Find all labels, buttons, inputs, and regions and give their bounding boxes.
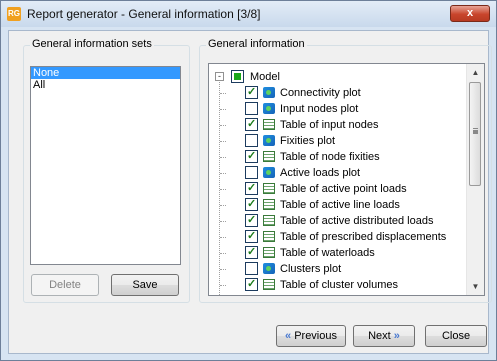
item-checkbox[interactable] bbox=[245, 117, 258, 131]
delete-button[interactable]: Delete bbox=[31, 274, 99, 296]
tree-item-table-of-input-nodes[interactable]: Table of input nodes bbox=[209, 117, 449, 134]
tree-item-input-nodes-plot[interactable]: Input nodes plot bbox=[209, 102, 449, 118]
list-item-label: All bbox=[33, 79, 46, 91]
tree-item-table-of-node-fixities[interactable]: Table of node fixities bbox=[209, 149, 449, 166]
item-checkbox[interactable] bbox=[245, 245, 258, 259]
tree-item-label: Clusters plot bbox=[280, 263, 342, 275]
report-generator-window: RG Report generator - General informatio… bbox=[0, 0, 497, 361]
plot-icon bbox=[263, 103, 275, 114]
table-icon bbox=[263, 119, 275, 130]
tree-item-fixities-plot[interactable]: Fixities plot bbox=[209, 134, 449, 150]
tree-item-label: Table of waterloads bbox=[280, 247, 375, 259]
tree-root-label: Model bbox=[250, 71, 280, 83]
tree-branch-line bbox=[220, 285, 226, 286]
item-checkbox[interactable] bbox=[245, 277, 258, 291]
previous-label: Previous bbox=[294, 330, 337, 342]
tree-branch-line bbox=[220, 125, 226, 126]
general-information-tree[interactable]: - Model Connectivity plot Input nodes pl… bbox=[208, 63, 485, 296]
scroll-up-icon[interactable]: ▲ bbox=[467, 64, 484, 81]
tree-item-label: Table of input nodes bbox=[280, 119, 379, 131]
table-icon bbox=[263, 183, 275, 194]
collapse-icon[interactable]: - bbox=[215, 72, 224, 81]
grip-icon bbox=[473, 128, 478, 130]
plot-icon bbox=[263, 135, 275, 146]
tree-item-active-loads-plot[interactable]: Active loads plot bbox=[209, 166, 449, 182]
tree-branch-line bbox=[220, 221, 226, 222]
next-button[interactable]: Next » bbox=[353, 325, 415, 347]
next-arrow-icon: » bbox=[393, 330, 400, 342]
tree-item-label: Connectivity plot bbox=[280, 87, 361, 99]
tree-branch-line bbox=[220, 93, 226, 94]
tree-branch-line bbox=[220, 141, 226, 142]
title-bar[interactable]: RG Report generator - General informatio… bbox=[1, 1, 496, 27]
plot-icon bbox=[263, 167, 275, 178]
tree-item-label: Table of cluster volumes bbox=[280, 279, 398, 291]
tree-item-label: Table of active point loads bbox=[280, 183, 407, 195]
item-checkbox[interactable] bbox=[245, 262, 258, 275]
tree-item-connectivity-plot[interactable]: Connectivity plot bbox=[209, 85, 449, 102]
tree-item-clusters-plot[interactable]: Clusters plot bbox=[209, 262, 449, 278]
list-item-label: None bbox=[33, 67, 60, 79]
previous-arrow-icon: « bbox=[285, 330, 292, 342]
item-checkbox[interactable] bbox=[245, 213, 258, 227]
tree-item-label: Table of node fixities bbox=[280, 151, 380, 163]
close-icon: x bbox=[466, 7, 474, 19]
plot-icon bbox=[263, 87, 275, 98]
item-checkbox[interactable] bbox=[245, 181, 258, 195]
next-label: Next bbox=[368, 330, 391, 342]
group-label-information: General information bbox=[206, 38, 307, 50]
tree-item-table-of-cluster-volumes[interactable]: Table of cluster volumes bbox=[209, 277, 449, 294]
tree-branch-line bbox=[220, 269, 226, 270]
previous-button[interactable]: « Previous bbox=[276, 325, 346, 347]
tree-item-table-of-waterloads[interactable]: Table of waterloads bbox=[209, 245, 449, 262]
table-icon bbox=[263, 199, 275, 210]
tree-item-label: Table of active line loads bbox=[280, 199, 400, 211]
tree-branch-line bbox=[220, 109, 226, 110]
table-icon bbox=[263, 279, 275, 290]
item-checkbox[interactable] bbox=[245, 229, 258, 243]
tree-branch-line bbox=[220, 237, 226, 238]
tree-item-label: Table of prescribed displacements bbox=[280, 231, 447, 243]
tree-item-table-of-active-distributed-loads[interactable]: Table of active distributed loads bbox=[209, 213, 449, 230]
tree-branch-line bbox=[220, 173, 226, 174]
item-checkbox[interactable] bbox=[245, 149, 258, 163]
table-icon bbox=[263, 231, 275, 242]
tree-branch-line bbox=[220, 157, 226, 158]
scroll-down-icon[interactable]: ▼ bbox=[467, 278, 484, 295]
tree-branch-line bbox=[220, 205, 226, 206]
list-item[interactable]: None bbox=[31, 67, 180, 79]
tree-item-table-of-active-point-loads[interactable]: Table of active point loads bbox=[209, 181, 449, 198]
tree-branch-line bbox=[220, 189, 226, 190]
tree-item-label: Fixities plot bbox=[280, 135, 336, 147]
tree-vertical-scrollbar[interactable]: ▲ ▼ bbox=[466, 64, 484, 295]
model-checkbox[interactable] bbox=[231, 70, 244, 83]
tree-item-label: Input nodes plot bbox=[280, 103, 359, 115]
table-icon bbox=[263, 215, 275, 226]
tree-item-table-of-prescribed-displacements[interactable]: Table of prescribed displacements bbox=[209, 229, 449, 246]
app-icon: RG bbox=[7, 7, 21, 21]
list-item[interactable]: All bbox=[31, 79, 180, 91]
plot-icon bbox=[263, 263, 275, 274]
window-title: Report generator - General information [… bbox=[27, 7, 261, 21]
tree-item-label: Active loads plot bbox=[280, 167, 361, 179]
close-button[interactable]: Close bbox=[425, 325, 487, 347]
tree-item-label: Table of active distributed loads bbox=[280, 215, 434, 227]
group-label-sets: General information sets bbox=[30, 38, 154, 50]
close-window-button[interactable]: x bbox=[450, 5, 490, 22]
information-sets-list[interactable]: None All bbox=[30, 66, 181, 265]
table-icon bbox=[263, 151, 275, 162]
scrollbar-thumb[interactable] bbox=[469, 82, 481, 186]
item-checkbox[interactable] bbox=[245, 134, 258, 147]
tree-item-table-of-active-line-loads[interactable]: Table of active line loads bbox=[209, 197, 449, 214]
item-checkbox[interactable] bbox=[245, 197, 258, 211]
item-checkbox[interactable] bbox=[245, 85, 258, 99]
item-checkbox[interactable] bbox=[245, 102, 258, 115]
tree-branch-line bbox=[220, 253, 226, 254]
save-button[interactable]: Save bbox=[111, 274, 179, 296]
item-checkbox[interactable] bbox=[245, 166, 258, 179]
table-icon bbox=[263, 247, 275, 258]
